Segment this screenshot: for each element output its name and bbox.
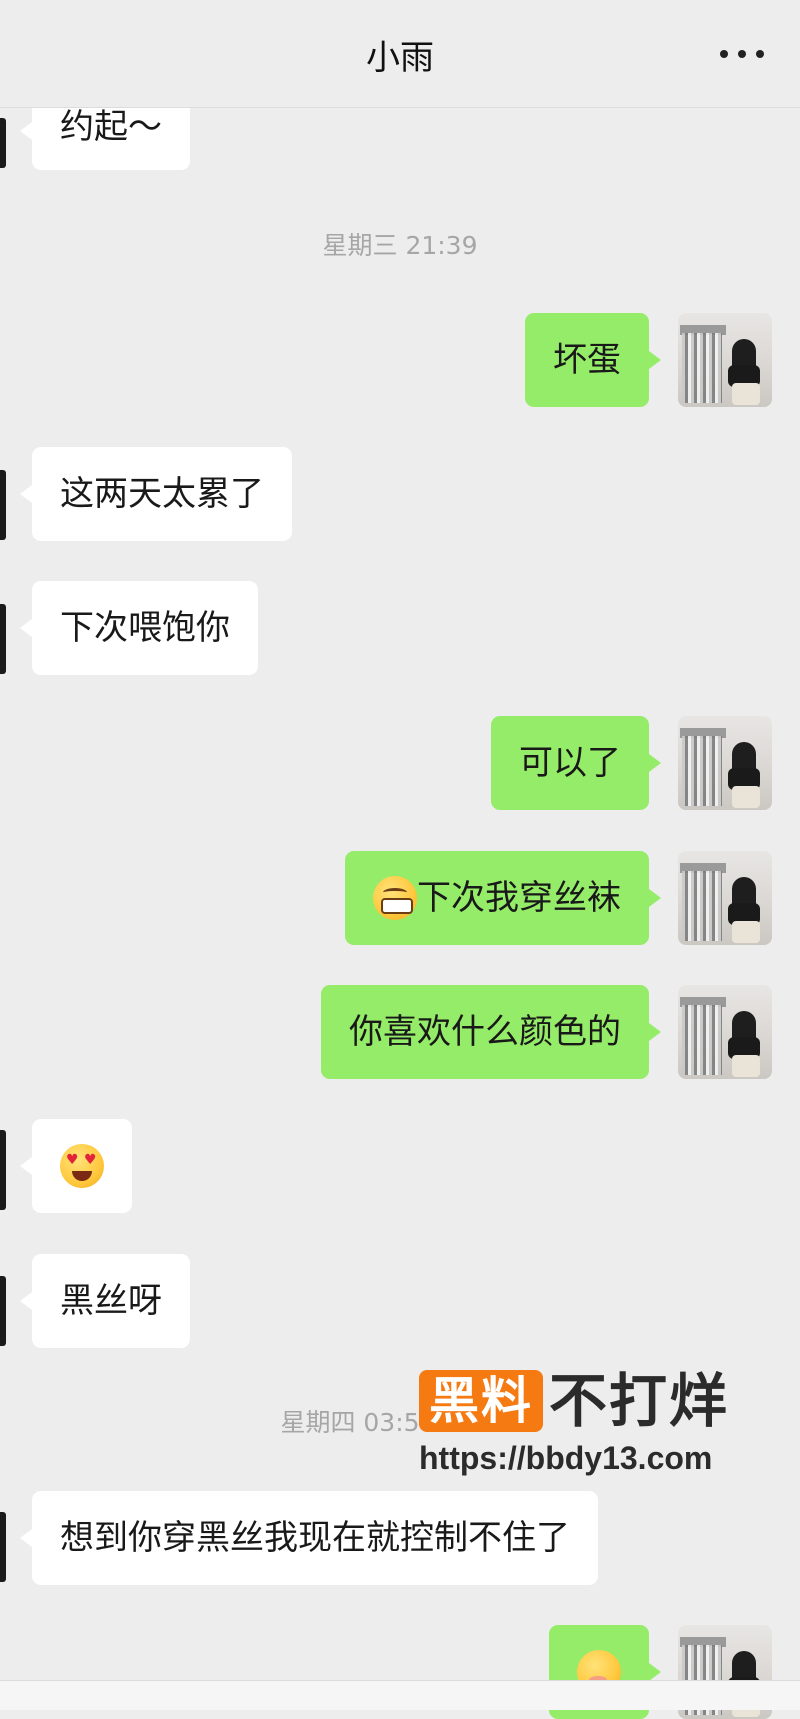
chat-header: 小雨	[0, 0, 800, 108]
message-incoming[interactable]: ♥ ♥	[20, 1119, 132, 1213]
message-text: 下次我穿丝袜	[417, 878, 621, 918]
message-outgoing[interactable]: 下次我穿丝袜	[345, 851, 661, 945]
message-outgoing[interactable]: 你喜欢什么颜色的	[321, 985, 661, 1079]
contact-avatar-edge[interactable]	[0, 1130, 6, 1210]
contact-avatar-edge[interactable]	[0, 1512, 6, 1582]
contact-avatar-edge[interactable]	[0, 470, 6, 540]
message-text: 黑丝呀	[60, 1281, 162, 1321]
message-text: 约起～	[60, 107, 162, 147]
watermark: 黑料 不打烊 https://bbdy13.com	[419, 1370, 759, 1480]
my-avatar[interactable]	[678, 313, 772, 407]
message-text: 想到你穿黑丝我现在就控制不住了	[60, 1518, 570, 1558]
message-incoming[interactable]: 黑丝呀	[20, 1254, 190, 1348]
timestamp: 星期三 21:39	[322, 231, 478, 260]
contact-avatar-edge[interactable]	[0, 118, 6, 168]
watermark-badge: 黑料	[419, 1370, 543, 1432]
more-dots-icon[interactable]	[720, 36, 764, 72]
input-bar[interactable]	[0, 1680, 800, 1710]
message-outgoing[interactable]: 坏蛋	[525, 313, 661, 407]
chat-title: 小雨	[366, 38, 434, 78]
message-text: 坏蛋	[553, 340, 621, 380]
heart-eyes-emoji: ♥ ♥	[60, 1144, 104, 1188]
message-text: 这两天太累了	[60, 474, 264, 514]
contact-avatar-edge[interactable]	[0, 1276, 6, 1346]
my-avatar[interactable]	[678, 985, 772, 1079]
watermark-text: 不打烊	[549, 1367, 730, 1435]
message-incoming[interactable]: 这两天太累了	[20, 447, 292, 541]
my-avatar[interactable]	[678, 716, 772, 810]
message-incoming[interactable]: 想到你穿黑丝我现在就控制不住了	[20, 1491, 598, 1585]
message-text: 你喜欢什么颜色的	[349, 1012, 621, 1052]
message-outgoing[interactable]: 可以了	[491, 716, 661, 810]
contact-avatar-edge[interactable]	[0, 604, 6, 674]
message-text: 下次喂饱你	[60, 608, 230, 648]
watermark-url: https://bbdy13.com	[419, 1440, 713, 1476]
grin-emoji	[373, 876, 417, 920]
my-avatar[interactable]	[678, 851, 772, 945]
message-text: 可以了	[519, 743, 621, 783]
message-incoming[interactable]: 下次喂饱你	[20, 581, 258, 675]
